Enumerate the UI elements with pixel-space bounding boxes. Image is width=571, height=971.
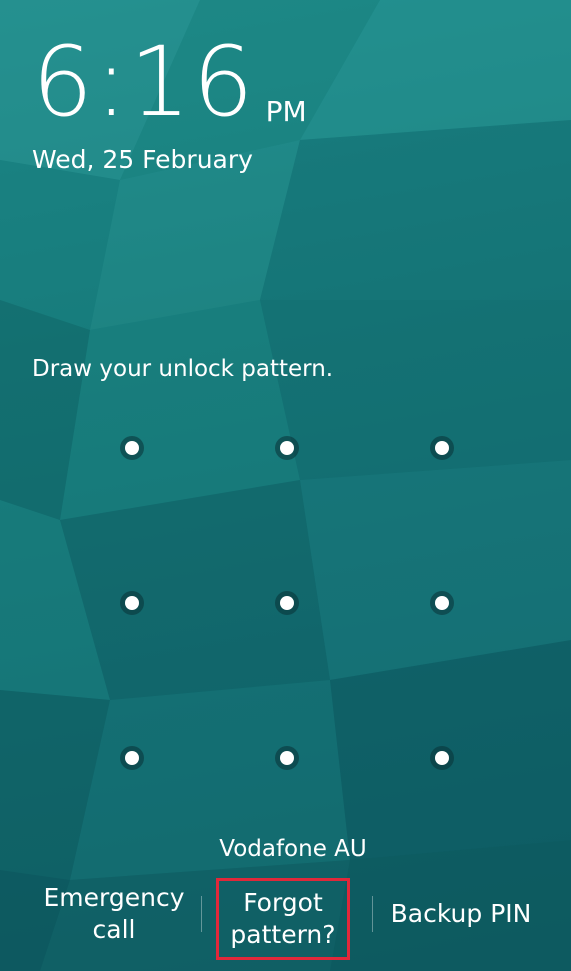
clock: 6:16 PM [32,34,307,130]
pattern-dot-1[interactable] [120,436,144,460]
lock-screen: 6:16 PM Wed, 25 February Draw your unloc… [0,0,571,971]
pattern-dot-3[interactable] [430,436,454,460]
emergency-label-line1: Emergency [43,883,185,912]
pattern-dot-8[interactable] [275,746,299,770]
carrier-name: Vodafone AU [219,836,367,862]
divider [372,896,373,932]
emergency-label-line2: call [92,915,136,944]
emergency-call-button[interactable]: Emergency call [22,882,206,946]
pattern-dot-6[interactable] [430,591,454,615]
clock-time: 6:16 [32,26,256,138]
forgot-label-line2: pattern? [230,920,336,949]
clock-ampm: PM [265,95,307,128]
pattern-dot-2[interactable] [275,436,299,460]
clock-date: Wed, 25 February [32,145,253,174]
pattern-dot-5[interactable] [275,591,299,615]
divider [201,896,202,932]
backup-pin-button[interactable]: Backup PIN [376,882,546,946]
forgot-pattern-button[interactable]: Forgot pattern? [216,878,350,960]
forgot-label-line1: Forgot [243,888,323,917]
unlock-instruction: Draw your unlock pattern. [32,356,334,382]
backup-pin-label: Backup PIN [390,899,532,928]
bottom-action-bar: Emergency call Forgot pattern? Backup PI… [0,870,571,971]
pattern-dot-7[interactable] [120,746,144,770]
pattern-dot-4[interactable] [120,591,144,615]
pattern-dot-9[interactable] [430,746,454,770]
